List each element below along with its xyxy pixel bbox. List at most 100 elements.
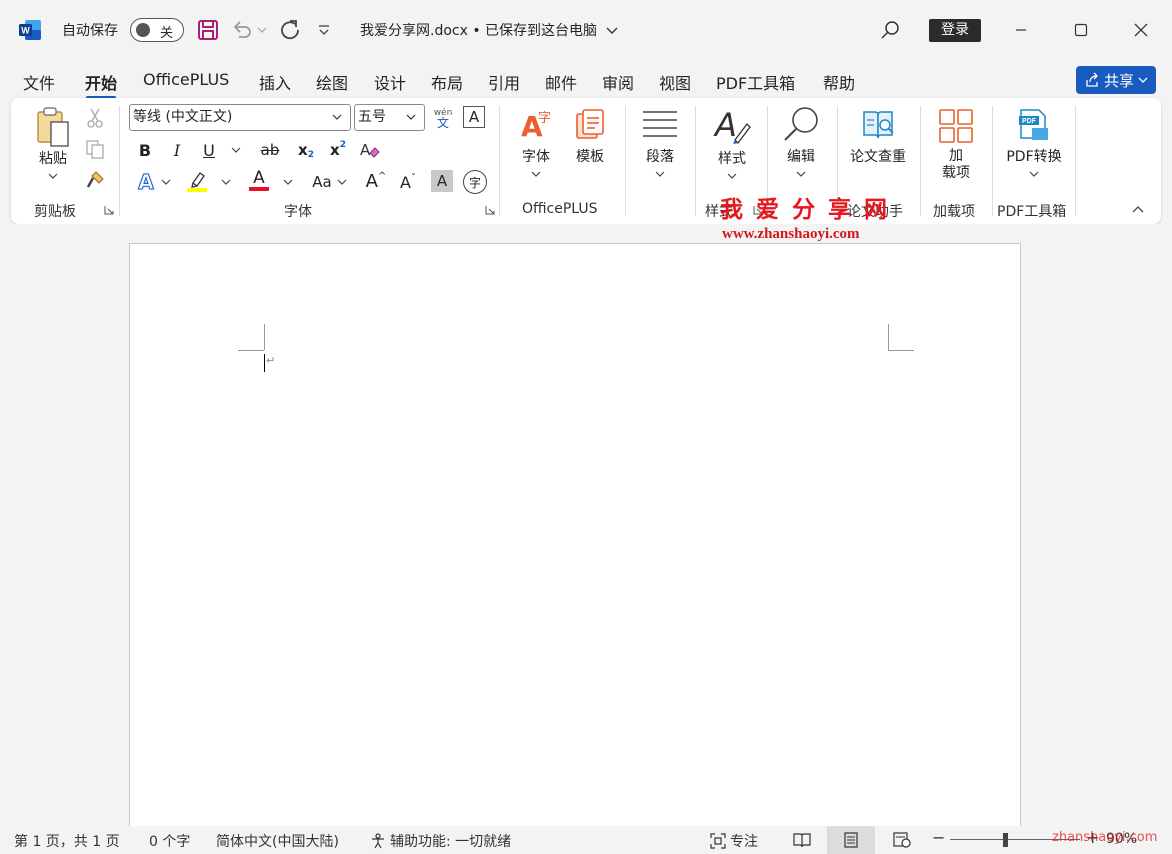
svg-text:A: A xyxy=(360,141,371,159)
share-button[interactable]: 共享 xyxy=(1076,66,1156,94)
save-icon[interactable] xyxy=(194,16,222,44)
tab-layout[interactable]: 布局 xyxy=(431,70,463,94)
tab-review[interactable]: 审阅 xyxy=(602,70,634,94)
shrink-font-char: A xyxy=(400,172,411,192)
chevron-down-icon xyxy=(655,171,665,177)
shrink-font-button[interactable]: Aˇ xyxy=(395,170,421,194)
chevron-down-icon xyxy=(796,171,806,177)
clear-formatting-icon[interactable]: A xyxy=(357,138,383,162)
tab-references[interactable]: 引用 xyxy=(488,70,520,94)
font-name-select[interactable]: 等线 (中文正文) xyxy=(129,104,351,131)
addins-icon xyxy=(939,109,973,143)
separator xyxy=(119,106,120,216)
chevron-down-icon xyxy=(727,173,737,179)
undo-icon[interactable] xyxy=(228,16,256,44)
thesis-check-label: 论文查重 xyxy=(850,149,906,165)
toggle-knob xyxy=(136,23,150,37)
zoom-out-icon[interactable]: − xyxy=(932,828,945,847)
officeplus-font-button[interactable]: A 字 字体 xyxy=(511,108,561,182)
thesis-check-button[interactable]: 论文查重 xyxy=(845,108,911,166)
pdf-convert-button[interactable]: PDF PDF转换 xyxy=(1001,108,1067,182)
underline-button[interactable]: U xyxy=(197,138,221,162)
word-logo-icon[interactable]: W xyxy=(19,20,41,40)
collapse-ribbon-icon[interactable] xyxy=(1129,202,1147,216)
page-count[interactable]: 第 1 页，共 1 页 xyxy=(14,831,120,851)
tab-home[interactable]: 开始 xyxy=(85,70,117,99)
margin-mark xyxy=(264,324,265,350)
enclose-characters-icon[interactable]: 字 xyxy=(463,170,487,194)
print-layout-button[interactable] xyxy=(827,826,875,854)
tab-view[interactable]: 视图 xyxy=(659,70,691,94)
font-size-select[interactable]: 五号 xyxy=(354,104,425,131)
addins-label-line1: 加 xyxy=(949,148,963,164)
change-case-button[interactable]: Aa xyxy=(307,170,337,194)
text-effects-dropdown-icon[interactable] xyxy=(159,172,173,192)
addins-button[interactable]: 加 载项 xyxy=(928,108,984,182)
search-icon[interactable] xyxy=(876,16,904,44)
login-button[interactable]: 登录 xyxy=(929,19,981,42)
format-painter-icon[interactable] xyxy=(83,168,107,192)
styles-button[interactable]: A 样式 xyxy=(705,106,759,184)
styles-icon: A xyxy=(713,106,751,144)
text-effects-button[interactable]: A xyxy=(133,170,159,195)
phonetic-guide-icon[interactable]: wén 文 xyxy=(431,104,455,132)
cut-icon[interactable] xyxy=(83,106,107,130)
document-title[interactable]: 我爱分享网.docx • 已保存到这台电脑 xyxy=(360,20,618,40)
autosave-toggle[interactable]: 关 xyxy=(130,18,184,42)
paste-button[interactable]: 粘贴 xyxy=(29,106,77,184)
change-case-dropdown-icon[interactable] xyxy=(335,172,349,192)
tab-mailings[interactable]: 邮件 xyxy=(545,70,577,94)
svg-text:PDF: PDF xyxy=(1022,118,1037,125)
highlight-dropdown-icon[interactable] xyxy=(219,172,233,192)
undo-dropdown-chevron-icon[interactable] xyxy=(254,16,270,44)
subscript-button[interactable]: x2 xyxy=(293,138,319,162)
strikethrough-button[interactable]: ab xyxy=(257,138,283,162)
pdf-convert-label: PDF转换 xyxy=(1006,149,1062,165)
web-layout-button[interactable] xyxy=(878,826,926,854)
font-color-icon[interactable]: A xyxy=(247,166,271,194)
character-border-icon[interactable]: A xyxy=(463,106,485,128)
font-color-dropdown-icon[interactable] xyxy=(281,172,295,192)
tab-insert[interactable]: 插入 xyxy=(259,70,291,94)
customize-qat-icon[interactable] xyxy=(310,16,338,44)
focus-mode-button[interactable]: 专注 xyxy=(710,831,758,851)
redo-icon[interactable] xyxy=(276,16,304,44)
dialog-launcher-icon[interactable] xyxy=(104,205,114,215)
title-bar: W 自动保存 关 我爱分享网.docx • 已保存到这台电脑 登录 xyxy=(0,0,1172,62)
template-icon xyxy=(576,109,604,139)
officeplus-font-label: 字体 xyxy=(522,149,550,165)
chevron-down-icon xyxy=(1029,171,1039,177)
tab-file[interactable]: 文件 xyxy=(23,70,55,94)
dialog-launcher-icon[interactable] xyxy=(485,205,495,215)
word-count[interactable]: 0 个字 xyxy=(149,831,190,851)
watermark-url: www.zhanshaoyi.com xyxy=(722,226,860,242)
italic-button[interactable]: I xyxy=(165,138,189,162)
copy-icon[interactable] xyxy=(83,137,107,161)
editing-button[interactable]: 编辑 xyxy=(775,104,827,182)
underline-dropdown-icon[interactable] xyxy=(229,140,243,160)
zoom-slider-thumb[interactable] xyxy=(1003,833,1008,847)
grow-font-button[interactable]: A ^ xyxy=(363,168,389,194)
language-indicator[interactable]: 简体中文(中国大陆) xyxy=(216,831,339,851)
accessibility-status[interactable]: 辅助功能: 一切就绪 xyxy=(370,831,511,851)
status-bar: 第 1 页，共 1 页 0 个字 简体中文(中国大陆) 辅助功能: 一切就绪 专… xyxy=(0,826,1172,854)
tab-draw[interactable]: 绘图 xyxy=(316,70,348,94)
read-mode-button[interactable] xyxy=(778,826,826,854)
officeplus-template-button[interactable]: 模板 xyxy=(565,108,615,166)
accessibility-icon xyxy=(372,833,384,849)
close-icon[interactable] xyxy=(1127,16,1155,44)
character-shading-icon[interactable]: A xyxy=(431,170,453,192)
tab-help[interactable]: 帮助 xyxy=(823,70,855,94)
tab-pdf-toolbox[interactable]: PDF工具箱 xyxy=(716,70,795,94)
tab-officeplus[interactable]: OfficePLUS xyxy=(143,70,229,89)
highlight-color-icon[interactable] xyxy=(183,168,211,194)
maximize-icon[interactable] xyxy=(1067,16,1095,44)
paragraph-mark-icon: ↵ xyxy=(266,354,276,367)
minimize-icon[interactable] xyxy=(1007,16,1035,44)
bold-button[interactable]: B xyxy=(133,138,157,162)
paragraph-button[interactable]: 段落 xyxy=(635,108,685,182)
document-page[interactable]: ↵ xyxy=(129,243,1021,843)
chevron-down-icon xyxy=(48,173,58,179)
tab-design[interactable]: 设计 xyxy=(374,70,406,94)
superscript-button[interactable]: x2 xyxy=(325,138,351,162)
